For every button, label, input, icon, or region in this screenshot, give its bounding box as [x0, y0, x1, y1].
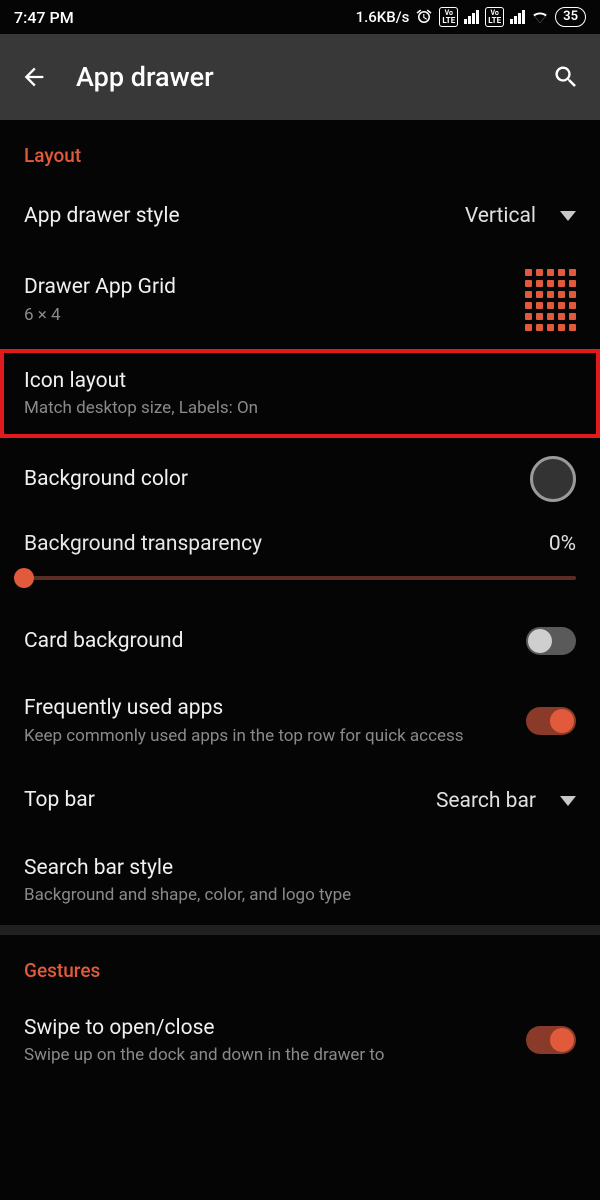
volte-icon-1: VoLTE — [439, 7, 458, 27]
setting-background-transparency: Background transparency 0% — [0, 520, 600, 606]
chevron-down-icon — [560, 211, 576, 221]
setting-background-color[interactable]: Background color — [0, 438, 600, 520]
search-icon[interactable] — [552, 63, 580, 91]
section-gestures-title: Gestures — [0, 935, 600, 996]
label: Search bar style — [24, 854, 576, 882]
label: App drawer style — [24, 202, 449, 230]
swipe-toggle[interactable] — [526, 1026, 576, 1054]
setting-swipe-open-close[interactable]: Swipe to open/close Swipe up on the dock… — [0, 996, 600, 1073]
card-background-toggle[interactable] — [526, 627, 576, 655]
setting-top-bar[interactable]: Top bar Search bar — [0, 766, 600, 836]
status-time: 7:47 PM — [14, 8, 74, 27]
setting-drawer-app-grid[interactable]: Drawer App Grid 6 × 4 — [0, 251, 600, 349]
volte-icon-2: VoLTE — [485, 7, 504, 27]
setting-card-background[interactable]: Card background — [0, 606, 600, 676]
setting-app-drawer-style[interactable]: App drawer style Vertical — [0, 181, 600, 251]
color-swatch — [530, 456, 576, 502]
label: Top bar — [24, 786, 420, 814]
sub: Keep commonly used apps in the top row f… — [24, 725, 510, 748]
setting-icon-layout[interactable]: Icon layout Match desktop size, Labels: … — [0, 349, 600, 438]
signal-icon-2 — [510, 10, 525, 24]
label: Background transparency — [24, 532, 262, 556]
battery-indicator: 35 — [555, 7, 586, 27]
label: Drawer App Grid — [24, 273, 509, 301]
section-divider — [0, 925, 600, 935]
chevron-down-icon — [560, 796, 576, 806]
label: Swipe to open/close — [24, 1014, 510, 1042]
transparency-slider[interactable] — [24, 576, 576, 580]
label: Icon layout — [24, 367, 576, 395]
value: Search bar — [436, 789, 536, 813]
sub: 6 × 4 — [24, 304, 509, 327]
status-indicators: 1.6KB/s VoLTE VoLTE 35 — [356, 7, 586, 27]
value: 0% — [549, 532, 576, 556]
net-speed: 1.6KB/s — [356, 8, 410, 26]
sub: Match desktop size, Labels: On — [24, 397, 576, 420]
page-title: App drawer — [76, 61, 524, 93]
section-layout-title: Layout — [0, 120, 600, 181]
signal-icon-1 — [464, 10, 479, 24]
setting-frequently-used-apps[interactable]: Frequently used apps Keep commonly used … — [0, 676, 600, 765]
status-bar: 7:47 PM 1.6KB/s VoLTE VoLTE 35 — [0, 0, 600, 34]
frequently-used-toggle[interactable] — [526, 707, 576, 735]
sub: Background and shape, color, and logo ty… — [24, 884, 576, 907]
slider-thumb[interactable] — [14, 568, 34, 588]
label: Card background — [24, 627, 510, 655]
setting-search-bar-style[interactable]: Search bar style Background and shape, c… — [0, 836, 600, 925]
grid-icon — [525, 269, 576, 331]
value: Vertical — [465, 204, 536, 228]
label: Frequently used apps — [24, 694, 510, 722]
sub: Swipe up on the dock and down in the dra… — [24, 1044, 510, 1067]
label: Background color — [24, 465, 514, 493]
app-bar: App drawer — [0, 34, 600, 120]
alarm-icon — [415, 8, 433, 26]
back-icon[interactable] — [20, 63, 48, 91]
wifi-icon — [531, 8, 549, 26]
